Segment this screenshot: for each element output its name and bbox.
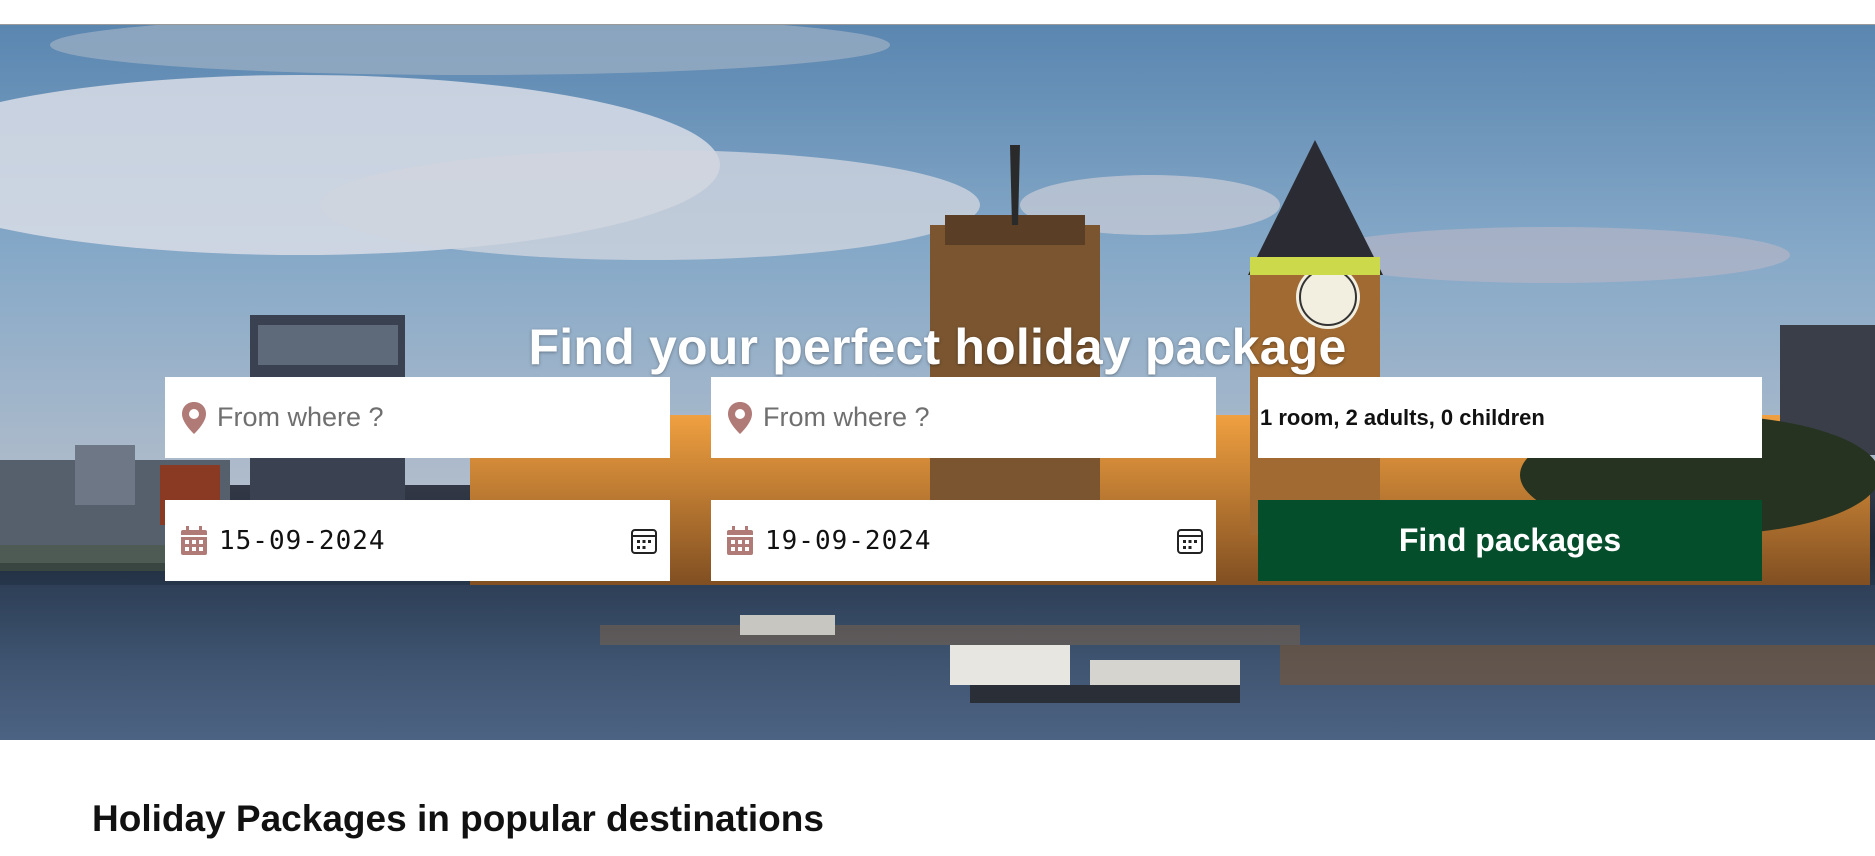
end-date-value: 19-09-2024	[765, 525, 932, 556]
map-pin-icon	[182, 401, 206, 434]
popular-destinations-heading: Holiday Packages in popular destinations	[92, 798, 824, 839]
start-date-field[interactable]: 15-09-2024	[165, 500, 670, 581]
find-packages-button[interactable]: Find packages	[1258, 500, 1762, 581]
guests-field[interactable]: 1 room, 2 adults, 0 children	[1258, 377, 1762, 458]
date-picker-icon[interactable]	[630, 527, 658, 555]
top-bar	[0, 0, 1875, 25]
end-date-field[interactable]: 19-09-2024	[711, 500, 1216, 581]
destination-field[interactable]: From where ?	[711, 377, 1216, 458]
origin-placeholder: From where ?	[217, 402, 384, 432]
origin-field[interactable]: From where ?	[165, 377, 670, 458]
calendar-icon	[181, 525, 207, 555]
hero-title: Find your perfect holiday package	[528, 319, 1347, 375]
calendar-icon	[727, 525, 753, 555]
start-date-value: 15-09-2024	[219, 525, 386, 556]
map-pin-icon	[728, 401, 752, 434]
guests-value: 1 room, 2 adults, 0 children	[1260, 404, 1545, 430]
date-picker-icon[interactable]	[1176, 527, 1204, 555]
destination-placeholder: From where ?	[763, 402, 930, 432]
